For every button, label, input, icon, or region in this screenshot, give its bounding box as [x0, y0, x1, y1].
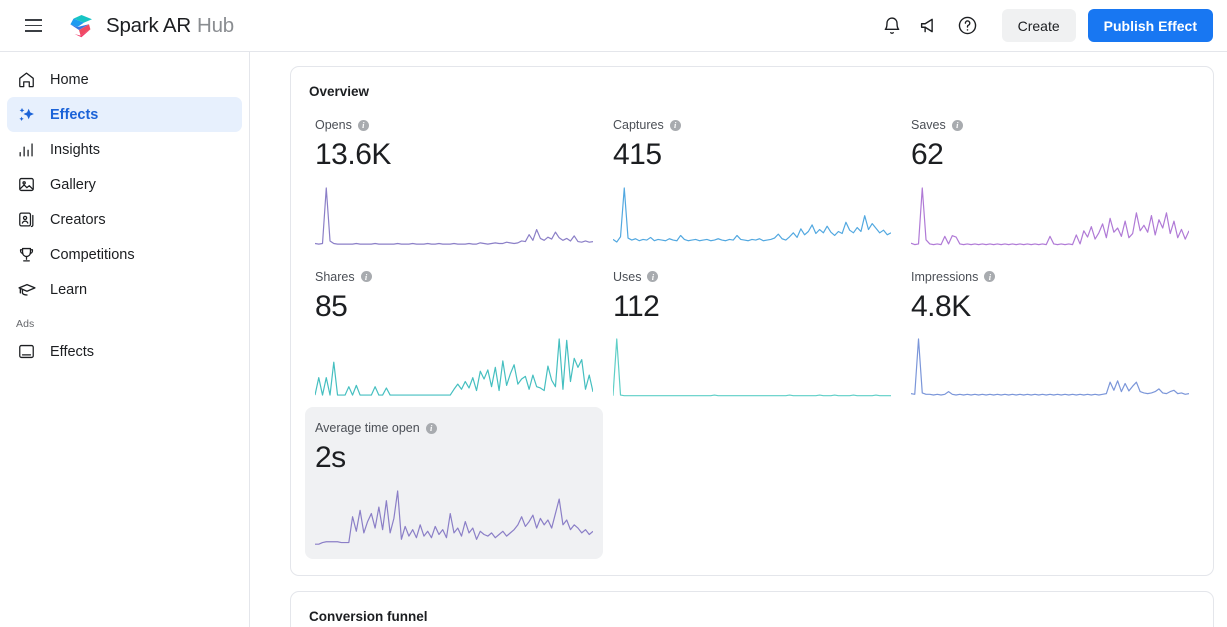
create-button[interactable]: Create	[1001, 9, 1076, 42]
main-content: Overview Opens i 13.6K Captures i 415 Saves i 62…	[250, 52, 1227, 627]
bar-chart-icon	[16, 139, 37, 160]
metric-tile: Average time open i 2s	[305, 407, 603, 559]
metric-header: Opens i	[315, 118, 593, 132]
metric-header: Saves i	[911, 118, 1189, 132]
metric-tile: Uses i 112	[603, 256, 901, 408]
publish-effect-button[interactable]: Publish Effect	[1087, 9, 1213, 42]
metric-label: Shares	[315, 269, 355, 284]
info-icon[interactable]: i	[951, 119, 963, 131]
image-icon	[16, 174, 37, 195]
brand-name-strong: Spark AR	[106, 13, 191, 37]
metric-label: Captures	[613, 118, 664, 132]
info-icon[interactable]: i	[360, 271, 372, 283]
bell-icon[interactable]	[874, 8, 910, 44]
sidebar-item-creators[interactable]: Creators	[7, 202, 242, 237]
sidebar-item-label: Insights	[50, 141, 100, 158]
conversion-funnel-title: Conversion funnel	[309, 608, 428, 624]
metric-value: 13.6K	[315, 138, 391, 171]
sidebar-item-insights[interactable]: Insights	[7, 132, 242, 167]
sidebar-item-competitions[interactable]: Competitions	[7, 237, 242, 272]
metric-header: Uses i	[613, 270, 891, 284]
metric-sparkline	[315, 186, 593, 248]
metric-label: Uses	[613, 269, 642, 284]
app-title: Spark AR Hub	[106, 14, 234, 38]
sidebar-item-effects[interactable]: Effects	[7, 97, 242, 132]
conversion-funnel-card: Conversion funnel OpensiCapturesiSharesi…	[290, 590, 1214, 627]
sidebar-item-ads-effects[interactable]: Effects	[7, 334, 242, 369]
metric-header: Average time open i	[315, 421, 593, 435]
sidebar-item-home[interactable]: Home	[7, 62, 242, 97]
metric-header: Shares i	[315, 270, 593, 284]
metric-tile: Impressions i 4.8K	[901, 256, 1199, 408]
graduation-cap-icon	[16, 279, 37, 300]
help-circle-icon[interactable]	[950, 8, 986, 44]
metric-value: 415	[613, 138, 662, 171]
info-icon[interactable]: i	[357, 119, 369, 131]
overview-metrics-grid: Opens i 13.6K Captures i 415 Saves i 62 Shares i 85…	[305, 104, 1199, 559]
metric-value: 62	[911, 138, 944, 171]
metric-value: 85	[315, 289, 348, 323]
info-icon[interactable]: i	[425, 422, 437, 434]
sidebar-item-label: Competitions	[50, 246, 135, 263]
overview-title: Overview	[309, 84, 370, 99]
monitor-icon	[16, 341, 37, 362]
sidebar-item-label: Home	[50, 71, 89, 88]
metric-sparkline	[315, 489, 593, 551]
metric-sparkline	[315, 337, 593, 399]
metric-sparkline	[911, 337, 1189, 399]
brand-name-light: Hub	[197, 13, 235, 37]
metric-label: Impressions	[911, 269, 979, 284]
info-icon[interactable]: i	[669, 119, 681, 131]
sidebar-item-label: Effects	[50, 343, 95, 360]
info-icon[interactable]: i	[984, 271, 996, 283]
id-card-icon	[16, 209, 37, 230]
home-icon	[16, 69, 37, 90]
sidebar-item-label: Creators	[50, 211, 106, 228]
app-header: Spark AR Hub Create Publish Effect	[0, 0, 1227, 52]
metric-tile: Captures i 415	[603, 104, 901, 256]
metric-label: Average time open	[315, 421, 420, 436]
metric-sparkline	[613, 186, 891, 248]
sidebar-item-label: Effects	[50, 106, 99, 123]
info-icon[interactable]: i	[647, 271, 659, 283]
sidebar-item-gallery[interactable]: Gallery	[7, 167, 242, 202]
sparkle-icon	[16, 104, 37, 125]
metric-sparkline	[911, 186, 1189, 248]
sidebar-item-label: Learn	[50, 281, 88, 298]
spark-ar-logo	[68, 13, 94, 39]
metric-tile: Opens i 13.6K	[305, 104, 603, 256]
megaphone-icon[interactable]	[912, 8, 948, 44]
metric-tile: Shares i 85	[305, 256, 603, 408]
metric-sparkline	[613, 337, 891, 399]
metric-header: Captures i	[613, 118, 891, 132]
hamburger-icon[interactable]	[13, 6, 53, 46]
trophy-icon	[16, 244, 37, 265]
sidebar-item-label: Gallery	[50, 176, 96, 193]
metric-label: Saves	[911, 118, 946, 132]
metric-header: Impressions i	[911, 270, 1189, 284]
metric-value: 4.8K	[911, 289, 971, 323]
metric-tile: Saves i 62	[901, 104, 1199, 256]
metric-value: 112	[613, 289, 660, 323]
sidebar: Home Effects Insights Gallery Creators C…	[0, 52, 250, 627]
metric-value: 2s	[315, 441, 346, 475]
sidebar-item-learn[interactable]: Learn	[7, 272, 242, 307]
header-actions: Create Publish Effect	[874, 8, 1227, 44]
overview-card: Overview Opens i 13.6K Captures i 415 Saves i 62…	[290, 66, 1214, 576]
sidebar-section-ads: Ads	[16, 318, 35, 330]
metric-label: Opens	[315, 118, 352, 132]
